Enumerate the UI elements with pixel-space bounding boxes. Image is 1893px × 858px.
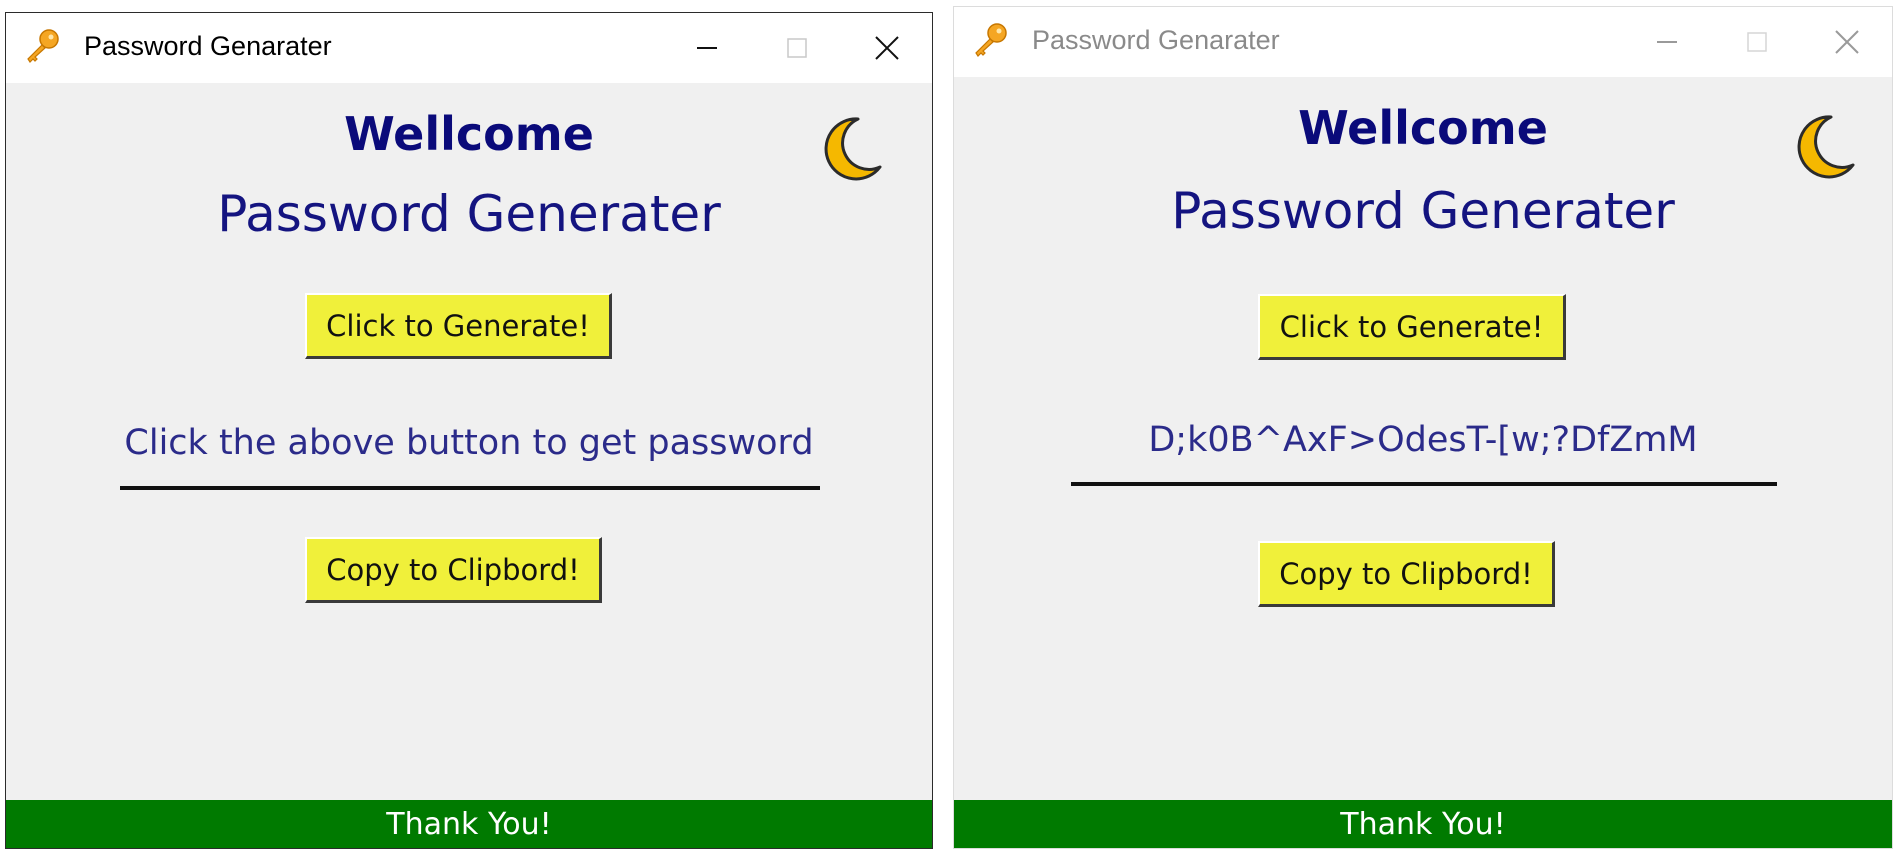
app-subtitle: Password Generater — [1171, 182, 1675, 240]
footer-bar: Thank You! — [6, 800, 932, 848]
moon-icon[interactable] — [814, 113, 884, 183]
minimize-icon — [697, 47, 717, 49]
output-underline — [1071, 482, 1777, 486]
welcome-heading: Wellcome — [1298, 101, 1548, 155]
minimize-button[interactable] — [1622, 7, 1712, 77]
key-icon — [975, 23, 1007, 57]
maximize-button[interactable] — [752, 13, 842, 83]
app-window-initial: Password Genarater Wellcome Password Gen… — [5, 12, 933, 849]
title-bar[interactable]: Password Genarater — [6, 13, 932, 83]
close-icon — [1835, 30, 1859, 54]
minimize-icon — [1657, 41, 1677, 43]
app-window-generated: Password Genarater Wellcome Password Gen… — [953, 6, 1893, 849]
app-subtitle: Password Generater — [217, 185, 721, 243]
client-area: Wellcome Password Generater Click to Gen… — [6, 83, 932, 848]
password-output: Click the above button to get password — [124, 423, 814, 463]
copy-button[interactable]: Copy to Clipbord! — [1258, 541, 1555, 607]
password-output: D;k0B^AxF>OdesT-[w;?DfZmM — [1148, 420, 1698, 460]
footer-bar: Thank You! — [954, 800, 1892, 848]
window-title: Password Genarater — [1032, 25, 1280, 55]
client-area: Wellcome Password Generater Click to Gen… — [954, 77, 1892, 848]
close-button[interactable] — [842, 13, 932, 83]
copy-button[interactable]: Copy to Clipbord! — [305, 537, 602, 603]
title-bar[interactable]: Password Genarater — [954, 7, 1892, 77]
welcome-heading: Wellcome — [344, 107, 594, 161]
footer-text: Thank You! — [386, 806, 552, 842]
output-underline — [120, 486, 820, 490]
maximize-icon — [787, 38, 807, 58]
maximize-icon — [1747, 32, 1767, 52]
maximize-button[interactable] — [1712, 7, 1802, 77]
generate-button[interactable]: Click to Generate! — [305, 293, 612, 359]
close-icon — [875, 36, 899, 60]
footer-text: Thank You! — [1340, 806, 1506, 842]
moon-icon[interactable] — [1787, 111, 1857, 181]
window-title: Password Genarater — [84, 31, 332, 61]
key-icon — [27, 29, 59, 63]
minimize-button[interactable] — [662, 13, 752, 83]
generate-button[interactable]: Click to Generate! — [1258, 294, 1566, 360]
close-button[interactable] — [1802, 7, 1892, 77]
